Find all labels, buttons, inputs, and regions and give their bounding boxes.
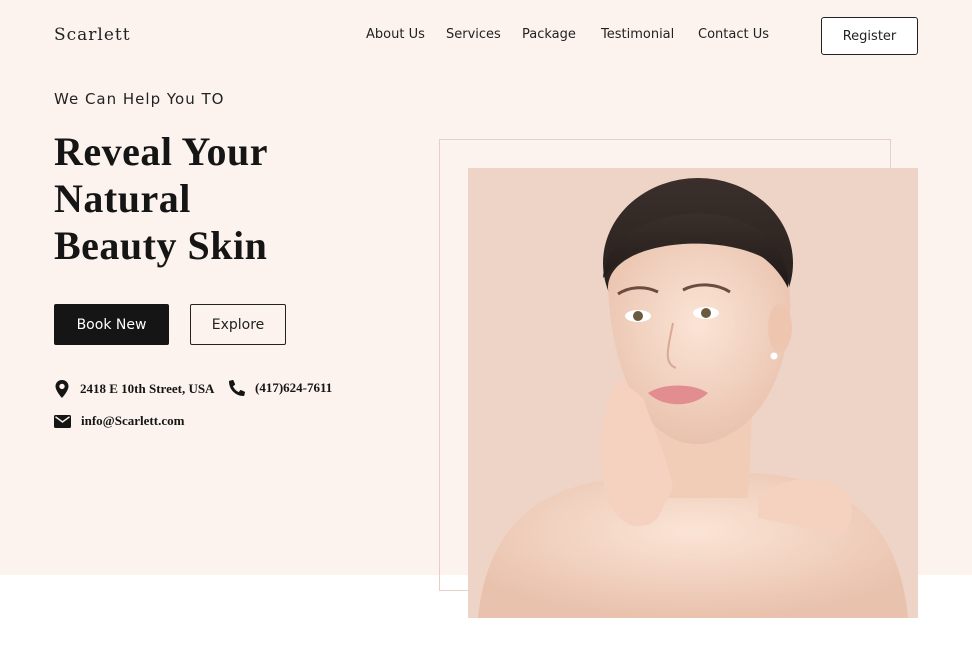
- hero-kicker: We Can Help You TO: [54, 90, 225, 108]
- phone-text: (417)624-7611: [255, 380, 333, 395]
- headline-line-1: Reveal Your: [54, 129, 268, 174]
- woman-portrait-image: [468, 168, 918, 618]
- book-new-button[interactable]: Book New: [54, 304, 169, 345]
- contact-address: 2418 E 10th Street, USA: [54, 380, 214, 398]
- contact-phone[interactable]: (417)624-7611: [229, 380, 332, 396]
- location-pin-icon: [54, 380, 70, 398]
- contact-email[interactable]: info@Scarlett.com: [54, 413, 184, 429]
- nav-contact-us[interactable]: Contact Us: [698, 27, 769, 42]
- mail-icon: [54, 414, 71, 428]
- address-text: 2418 E 10th Street, USA: [80, 381, 215, 396]
- explore-button[interactable]: Explore: [190, 304, 286, 345]
- nav-about-us[interactable]: About Us: [366, 27, 425, 42]
- hero-headline: Reveal Your Natural Beauty Skin: [54, 128, 414, 269]
- nav-testimonial[interactable]: Testimonial: [601, 27, 674, 42]
- phone-icon: [229, 380, 245, 396]
- portrait-illustration: [478, 178, 908, 618]
- brand-logo[interactable]: Scarlett: [54, 25, 131, 45]
- headline-line-3: Beauty Skin: [54, 223, 268, 268]
- email-text: info@Scarlett.com: [81, 413, 185, 428]
- nav-services[interactable]: Services: [446, 27, 501, 42]
- register-button[interactable]: Register: [821, 17, 918, 55]
- headline-line-2: Natural: [54, 176, 191, 221]
- nav-package[interactable]: Package: [522, 27, 576, 42]
